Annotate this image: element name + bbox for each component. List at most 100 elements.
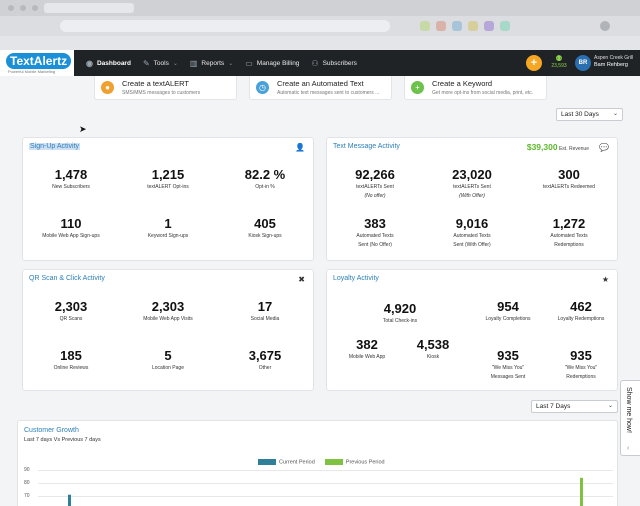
stat-mobile-web-signups: 110 Mobile Web App Sign-ups xyxy=(28,216,114,240)
panel-title: Loyalty Activity xyxy=(333,275,379,282)
dashboard-icon: ◉ xyxy=(86,58,93,68)
stat-textalerts-with-offer: 23,020 textALERTs Sent (With Offer) xyxy=(429,167,515,199)
plus-icon: + xyxy=(411,81,424,94)
stat-value: 2,303 xyxy=(151,299,185,314)
nav-label: Subscribers xyxy=(322,59,357,67)
card-subtitle: Automatic text messages sent to customer… xyxy=(277,90,380,96)
logo[interactable]: TextAlertz Powerful Mobile Marketing xyxy=(0,50,74,76)
create-keyword-card[interactable]: + Create a Keyword Get more opt-ins from… xyxy=(404,76,547,100)
stat-keyword-signups: 1 Keyword Sign-ups xyxy=(125,216,211,240)
stat-label: textALERTs Sent xyxy=(453,184,491,190)
credits-indicator[interactable]: ⚉ 23,593 xyxy=(548,54,570,69)
browser-chrome xyxy=(0,0,640,50)
stat-location-page: 5 Location Page xyxy=(125,348,211,372)
stat-label: Automated Texts xyxy=(550,233,588,239)
loyalty-activity-panel: Loyalty Activity ★ 4,920 Total Check-ins… xyxy=(326,269,618,391)
stat-label: Keyword Sign-ups xyxy=(147,233,189,239)
avatar[interactable]: BR xyxy=(575,55,591,71)
stat-label: Mobile Web App Sign-ups xyxy=(42,233,100,239)
stat-value: 4,538 xyxy=(416,337,450,352)
billing-icon: ▭ xyxy=(245,58,253,68)
nav-tools[interactable]: ✎ Tools ⌄ xyxy=(143,50,178,76)
card-title: Create an Automated Text xyxy=(277,79,364,88)
stat-label: Total Check-ins xyxy=(382,318,418,324)
stat-social-media: 17 Social Media xyxy=(222,299,308,323)
stat-label: Loyalty Redemptions xyxy=(557,316,605,322)
stat-value: 1,272 xyxy=(552,216,586,231)
create-textalert-card[interactable]: ● Create a textALERT SMS/MMS messages to… xyxy=(94,76,237,100)
show-me-how-label: Show me how! xyxy=(625,387,632,433)
stat-automated-redemptions: 1,272 Automated Texts Redemptions xyxy=(526,216,612,248)
estimated-revenue: $39,300 Est. Revenue xyxy=(527,142,589,152)
account-menu[interactable]: Aspen Creek Grill Bam Rehberg xyxy=(594,55,633,69)
stat-label: New Subscribers xyxy=(52,184,90,190)
qr-scan-activity-panel: QR Scan & Click Activity ✖ 2,303 QR Scan… xyxy=(22,269,314,391)
stat-value: 935 xyxy=(570,348,592,363)
card-title: Create a Keyword xyxy=(432,79,493,88)
revenue-label: Est. Revenue xyxy=(558,146,589,152)
user-plus-icon[interactable]: 👤 xyxy=(295,143,305,152)
star-icon[interactable]: ★ xyxy=(602,275,609,284)
stat-note: (No offer) xyxy=(364,192,386,199)
stat-value: 9,016 xyxy=(455,216,489,231)
stat-kiosk-checkins: 4,538 Kiosk xyxy=(390,337,476,361)
stat-mobile-web-visits: 2,303 Mobile Web App Visits xyxy=(125,299,211,323)
card-subtitle: SMS/MMS messages to customers xyxy=(122,90,201,96)
stat-textalert-optins: 1,215 textALERT Opt-ins xyxy=(125,167,211,191)
stat-value: 4,920 xyxy=(383,301,417,316)
nav-subscribers[interactable]: ⚇ Subscribers xyxy=(311,50,357,76)
panel-title: Sign-Up Activity xyxy=(29,143,81,150)
stat-label: Mobile Web App Visits xyxy=(143,316,193,322)
stat-value: 300 xyxy=(558,167,580,182)
bar-current[interactable] xyxy=(68,494,71,506)
bar-previous[interactable] xyxy=(580,477,583,506)
chevron-down-icon: ⌄ xyxy=(172,60,178,67)
stat-note: Sent (No Offer) xyxy=(358,241,392,248)
stat-automated-no-offer: 383 Automated Texts Sent (No Offer) xyxy=(332,216,418,248)
stat-label: Automated Texts xyxy=(453,233,491,239)
quick-add-button[interactable]: + xyxy=(526,55,542,71)
select-value: Last 30 Days xyxy=(561,111,599,118)
stat-note: Redemptions xyxy=(554,241,584,248)
stat-label: textALERTs Redeemed xyxy=(543,184,595,190)
stat-kiosk-signups: 405 Kiosk Sign-ups xyxy=(222,216,308,240)
nav-label: Dashboard xyxy=(96,59,131,67)
card-subtitle: Get more opt-ins from social media, prin… xyxy=(432,90,534,96)
create-automated-text-card[interactable]: ◷ Create an Automated Text Automatic tex… xyxy=(249,76,392,100)
address-bar[interactable] xyxy=(60,20,390,32)
browser-tabstrip xyxy=(0,0,640,16)
stat-online-reviews: 185 Online Reviews xyxy=(28,348,114,372)
stat-label: Social Media xyxy=(250,316,280,322)
nav-reports[interactable]: ▥ Reports ⌄ xyxy=(190,50,233,76)
nav-manage-billing[interactable]: ▭ Manage Billing xyxy=(245,50,299,76)
chat-icon[interactable]: 💬 xyxy=(599,143,609,152)
card-title: Create a textALERT xyxy=(122,79,189,88)
stat-label: Kiosk Sign-ups xyxy=(248,233,282,239)
stat-value: 2,303 xyxy=(54,299,88,314)
reports-icon: ▥ xyxy=(189,58,198,68)
show-me-how-tab[interactable]: Show me how! ‹ xyxy=(620,380,640,456)
chevron-down-icon: ⌄ xyxy=(228,60,234,67)
chevron-down-icon: ⌄ xyxy=(607,403,613,409)
account-company: Aspen Creek Grill xyxy=(594,55,634,61)
bookmarks-bar xyxy=(0,36,640,50)
growth-range-select[interactable]: Last 7 Days ⌄ xyxy=(531,400,618,413)
stat-label: "We Miss You" xyxy=(564,365,598,371)
growth-chart-bars xyxy=(68,477,583,506)
crosshair-icon[interactable]: ✖ xyxy=(298,275,305,284)
stat-total-checkins: 4,920 Total Check-ins xyxy=(357,301,443,325)
stat-label: Online Reviews xyxy=(53,365,89,371)
stat-value: 462 xyxy=(570,299,592,314)
nav-dashboard[interactable]: ◉ Dashboard xyxy=(86,50,131,76)
chevron-down-icon: ⌄ xyxy=(612,111,618,117)
stat-textalerts-no-offer: 92,266 textALERTs Sent (No offer) xyxy=(332,167,418,199)
text-message-activity-panel: Text Message Activity $39,300 Est. Reven… xyxy=(326,137,618,261)
stat-label: Other xyxy=(258,365,272,371)
browser-tab[interactable] xyxy=(44,3,134,13)
date-range-select[interactable]: Last 30 Days ⌄ xyxy=(556,108,623,121)
stat-optin-percent: 82.2 % Opt-in % xyxy=(222,167,308,191)
subscribers-icon: ⚇ xyxy=(311,58,319,68)
select-value: Last 7 Days xyxy=(536,403,571,410)
stat-value: 1,478 xyxy=(54,167,88,182)
nav-label: Manage Billing xyxy=(256,59,300,67)
